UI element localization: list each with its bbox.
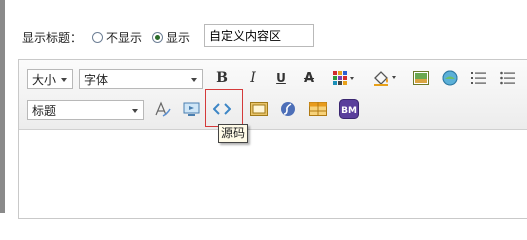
radio-show-dot[interactable] — [152, 31, 164, 43]
font-size-select-value: 大小 — [32, 73, 57, 87]
bold-icon: B — [216, 70, 228, 86]
table-icon — [309, 102, 327, 116]
unordered-list-button[interactable] — [499, 69, 517, 87]
rich-text-editor: 大小 字体 B I U A 标题 BM — [18, 59, 527, 219]
media-icon — [183, 102, 200, 116]
show-title-label: 显示标题： — [22, 30, 83, 45]
strikethrough-button[interactable]: A — [300, 69, 318, 87]
radio-hide-dot[interactable] — [92, 31, 104, 43]
custom-title-input[interactable] — [204, 24, 314, 47]
heading-select-value: 标题 — [32, 104, 57, 118]
media-button[interactable] — [183, 100, 201, 118]
clear-format-icon — [155, 101, 171, 117]
radio-hide-title[interactable]: 不显示 — [92, 29, 142, 46]
fill-color-icon — [374, 71, 396, 86]
bold-button[interactable]: B — [213, 69, 231, 87]
unordered-list-icon — [500, 71, 515, 85]
flash-icon — [281, 102, 295, 116]
image-button[interactable] — [412, 69, 430, 87]
flash-button[interactable] — [279, 100, 297, 118]
source-code-tooltip: 源码 — [218, 124, 249, 143]
font-size-select[interactable]: 大小 — [27, 69, 73, 89]
frame-icon — [250, 102, 268, 116]
image-icon — [413, 71, 429, 85]
chevron-down-icon — [191, 78, 197, 82]
svg-text:BM: BM — [341, 106, 357, 116]
clear-format-button[interactable] — [153, 100, 171, 118]
chevron-down-icon — [132, 109, 138, 113]
show-title-row: 显示标题： 不显示 显示 — [22, 26, 200, 48]
emoticon-icon — [442, 70, 458, 86]
window-left-border — [0, 0, 5, 213]
ordered-list-icon — [471, 72, 486, 84]
text-color-button[interactable] — [332, 69, 356, 87]
font-family-select-value: 字体 — [84, 73, 109, 87]
radio-show-label: 显示 — [166, 30, 191, 45]
emoticon-button[interactable] — [441, 69, 459, 87]
strikethrough-icon: A — [303, 70, 315, 86]
chevron-down-icon — [61, 78, 67, 82]
bm-icon: BM — [339, 99, 359, 119]
radio-show-title[interactable]: 显示 — [152, 29, 190, 46]
fill-color-button[interactable] — [372, 69, 398, 87]
table-button[interactable] — [309, 100, 327, 118]
font-family-select[interactable]: 字体 — [79, 69, 203, 89]
underline-button[interactable]: U — [272, 69, 290, 87]
frame-button[interactable] — [250, 100, 268, 118]
radio-hide-label: 不显示 — [106, 30, 143, 45]
heading-select[interactable]: 标题 — [27, 100, 144, 120]
editor-toolbar: 大小 字体 B I U A 标题 BM — [19, 60, 527, 130]
italic-button[interactable]: I — [244, 69, 262, 87]
text-color-icon — [333, 71, 354, 85]
underline-icon: U — [276, 71, 286, 85]
italic-icon: I — [250, 70, 256, 86]
ordered-list-button[interactable] — [470, 69, 488, 87]
bm-button[interactable]: BM — [339, 99, 359, 119]
source-code-highlight — [205, 89, 243, 127]
